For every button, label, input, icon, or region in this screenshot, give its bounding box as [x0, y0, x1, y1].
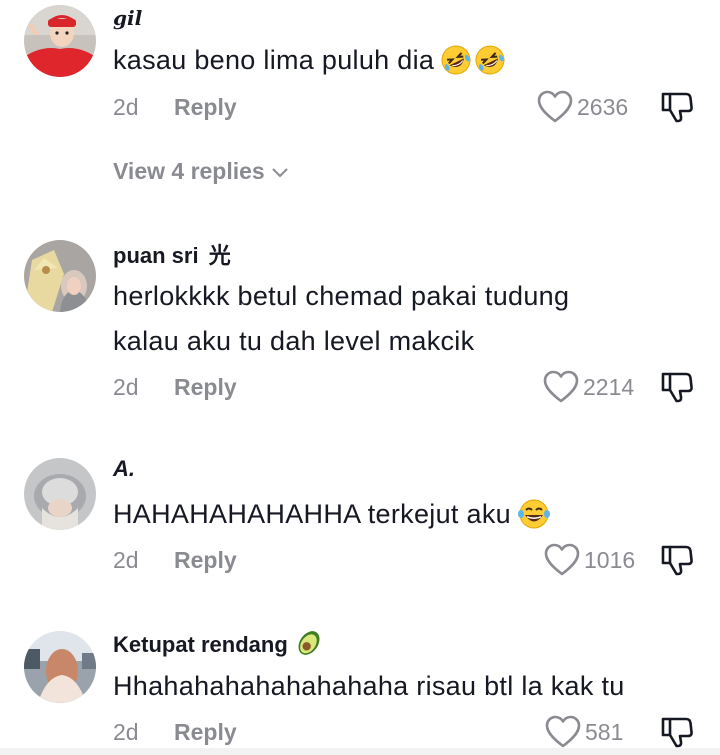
thumbs-down-outline-icon — [660, 92, 694, 128]
comment-username-text: Ketupat rendang — [113, 632, 288, 657]
like-count: 2636 — [577, 93, 629, 120]
chevron-down-icon — [265, 158, 289, 185]
avatar[interactable] — [24, 5, 96, 77]
thumbs-down-outline-icon — [660, 545, 694, 581]
avatar[interactable] — [24, 240, 96, 312]
comment-age: 2d — [113, 547, 139, 573]
like-button[interactable]: 2214 — [543, 370, 634, 404]
comment-text-line: kasau beno lima puluh dia — [113, 45, 435, 75]
comment-text: herlokkkk betul chemad pakai tudung kala… — [113, 274, 569, 364]
like-button[interactable]: 1016 — [544, 543, 635, 577]
comment-text-line: herlokkkk betul chemad pakai tudung — [113, 281, 570, 311]
dislike-button[interactable] — [660, 90, 694, 129]
view-replies-button[interactable]: View 4 replies — [113, 158, 289, 185]
rolling-on-floor-laughing-emoji — [440, 44, 472, 90]
thumbs-down-outline-icon — [660, 372, 694, 408]
comment-username-suffix: 光 — [208, 243, 231, 268]
heart-outline-icon — [537, 90, 573, 124]
like-button[interactable]: 581 — [545, 715, 623, 749]
view-replies-label: View 4 replies — [113, 158, 265, 184]
comment-age: 2d — [113, 94, 139, 120]
rolling-on-floor-laughing-emoji — [474, 44, 506, 90]
avocado-emoji — [294, 628, 324, 664]
dislike-button[interactable] — [660, 543, 694, 582]
comment-username[interactable]: puan sri 光 — [113, 238, 231, 270]
reply-button[interactable]: Reply — [174, 374, 237, 401]
comment-age: 2d — [113, 374, 139, 400]
comment-text: HAHAHAHAHAHHA terkejut aku — [113, 492, 551, 544]
comment-username[interactable]: A. — [113, 456, 135, 482]
like-count: 2214 — [583, 373, 635, 400]
dislike-button[interactable] — [660, 370, 694, 409]
heart-outline-icon — [545, 715, 581, 749]
face-with-tears-of-joy-emoji — [517, 498, 551, 544]
avatar[interactable] — [24, 458, 96, 530]
avatar[interactable] — [24, 631, 96, 703]
comment-text: Hhahahahahahahahaha risau btl la kak tu — [113, 664, 625, 709]
comment-text-line: Hhahahahahahahahaha risau btl la kak tu — [113, 671, 625, 701]
comment-username[interactable]: Ketupat rendang — [113, 628, 324, 664]
comment-text: kasau beno lima puluh dia — [113, 38, 506, 90]
reply-button[interactable]: Reply — [174, 719, 237, 746]
like-button[interactable]: 2636 — [537, 90, 628, 124]
comment-text-line: HAHAHAHAHAHHA terkejut aku — [113, 499, 511, 529]
like-count: 581 — [585, 718, 624, 745]
reply-button[interactable]: Reply — [174, 94, 237, 121]
heart-outline-icon — [544, 543, 580, 577]
comment-username[interactable]: 𝒈𝒊𝒍 — [113, 6, 142, 30]
divider — [0, 748, 720, 755]
comment-age: 2d — [113, 719, 139, 745]
like-count: 1016 — [584, 546, 636, 573]
reply-button[interactable]: Reply — [174, 547, 237, 574]
comment-username-text: puan sri — [113, 243, 199, 268]
heart-outline-icon — [543, 370, 579, 404]
comment-text-line: kalau aku tu dah level makcik — [113, 326, 475, 356]
